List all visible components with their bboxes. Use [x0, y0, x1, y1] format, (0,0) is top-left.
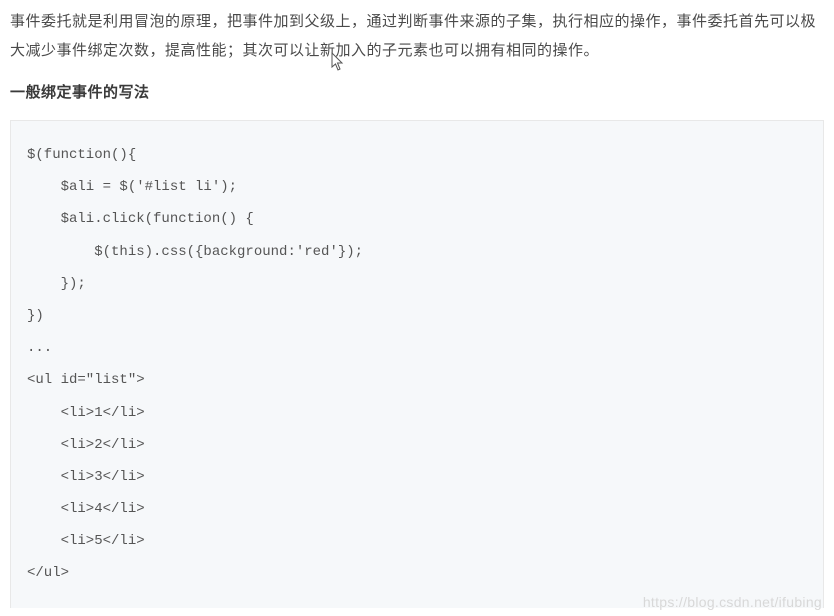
description-paragraph: 事件委托就是利用冒泡的原理，把事件加到父级上，通过判断事件来源的子集，执行相应的… [10, 8, 824, 65]
code-block: $(function(){ $ali = $('#list li'); $ali… [10, 120, 824, 608]
section-heading: 一般绑定事件的写法 [10, 81, 824, 102]
